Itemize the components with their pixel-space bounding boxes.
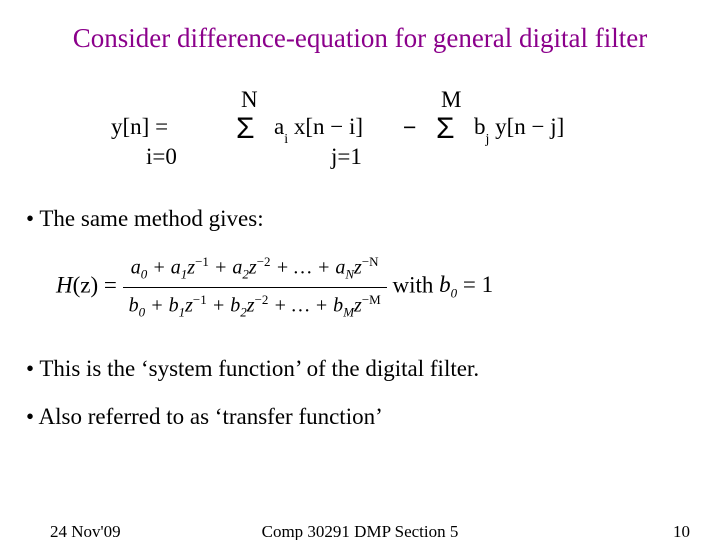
bullet-method: • The same method gives:	[26, 206, 694, 232]
bullet-transfer-function: • Also referred to as ‘transfer function…	[26, 404, 694, 430]
numerator: a0 + a1z−1 + a2z−2 + … + aNz−N	[123, 250, 387, 288]
sum-upper-M: M	[441, 87, 461, 113]
slide-title: Consider difference-equation for general…	[26, 23, 694, 54]
minus-op: −	[403, 114, 416, 141]
sum-lower-j: j=1	[331, 144, 362, 170]
footer-page: 10	[673, 522, 690, 540]
sigma-2: Σ	[436, 114, 455, 144]
term-x: x[n − i]	[288, 114, 363, 139]
Hz-H: H	[56, 272, 73, 297]
coef-a: a	[274, 114, 284, 139]
sum-lower-i: i=0	[146, 144, 177, 170]
eq-lhs: y[n] =	[111, 114, 168, 140]
coef-a-sub: i	[284, 132, 288, 147]
Hz-arg: (z) =	[73, 272, 123, 297]
denominator: b0 + b1z−1 + b2z−2 + … + bMz−M	[123, 288, 387, 325]
footer-course: Comp 30291 DMP Section 5	[0, 522, 720, 540]
term-y: y[n − j]	[489, 114, 564, 139]
with-text: with	[392, 272, 439, 297]
coef-b-sub: j	[486, 132, 490, 147]
b0-constraint: b0 = 1	[439, 272, 493, 297]
sum-upper-N: N	[241, 87, 258, 113]
transfer-function-equation: H(z) = a0 + a1z−1 + a2z−2 + … + aNz−N b0…	[56, 250, 694, 324]
sigma-1: Σ	[236, 114, 255, 144]
coef-b: b	[474, 114, 486, 139]
difference-equation: N M y[n] = Σ ai x[n − i] − Σ bj y[n − j]…	[26, 84, 694, 184]
bullet-system-function: • This is the ‘system function’ of the d…	[26, 356, 694, 382]
